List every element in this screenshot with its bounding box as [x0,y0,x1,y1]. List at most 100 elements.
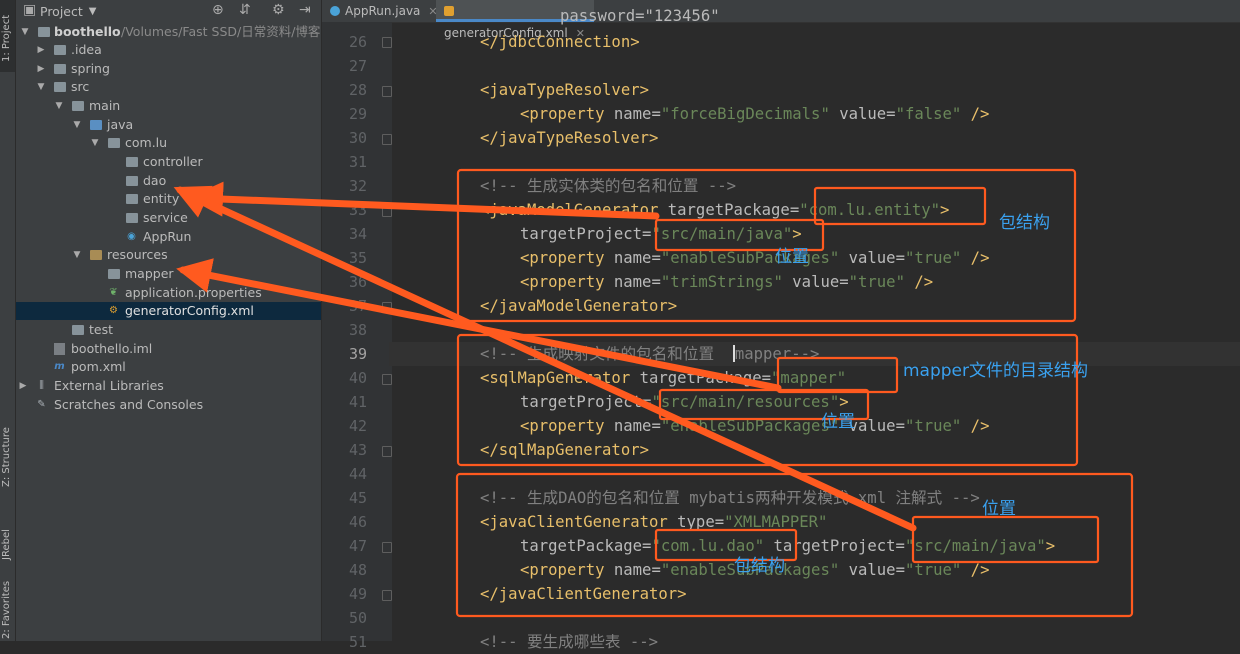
tree-item-test[interactable]: test [16,321,321,339]
chevron-down-icon[interactable]: ▼ [20,23,30,41]
chevron-down-icon[interactable]: ▼ [72,246,82,264]
annotation-label-mapper-directory: mapper文件的目录结构 [903,361,1089,381]
code-line: </sqlMapGenerator> [480,441,649,459]
editor-tabs: AppRun.java ✕ generatorConfig.xml ✕ [322,0,1240,40]
code-line: </jdbcConnection> [480,33,640,51]
project-panel-title[interactable]: Project [40,4,83,19]
fold-marker-icon[interactable] [382,590,392,601]
folder-icon [38,27,50,37]
code-line: <property name="enableSubPackages" value… [520,249,990,267]
tree-item-com-lu[interactable]: ▼ com.lu [16,134,321,152]
annotation-label-dao-position: 位置 [982,499,1016,519]
properties-file-icon: ❦ [109,287,118,298]
folder-icon [54,82,66,92]
folder-icon [108,269,120,279]
xml-file-icon: ⚙ [109,305,118,316]
favorites-tool-tab[interactable]: 2: Favorites [0,575,15,641]
tree-item-controller[interactable]: controller [16,153,321,171]
jrebel-tool-tab[interactable]: JRebel [0,505,15,563]
code-line: targetPackage="com.lu.dao" targetProject… [520,537,1056,555]
code-line: <javaTypeResolver> [480,81,649,99]
spring-class-icon [330,6,340,16]
annotation-label-entity-package: 包结构 [999,213,1050,233]
package-icon [108,138,120,148]
tree-item-main[interactable]: ▼ main [16,97,321,115]
package-icon [126,176,138,186]
resources-folder-icon [90,250,102,260]
tree-item-service[interactable]: service [16,209,321,227]
tree-item-boothello[interactable]: ▼ boothello /Volumes/Fast SSD/日常资料/博客 [16,23,321,41]
fold-marker-icon[interactable] [382,302,392,313]
code-line: <!-- 生成实体类的包名和位置 --> [480,177,737,195]
tree-item-src[interactable]: ▼ src [16,78,321,96]
package-icon [126,194,138,204]
chevron-down-icon[interactable]: ▼ [54,97,64,115]
code-line: <javaClientGenerator type="XMLMAPPER" [480,513,828,531]
tree-item-application-properties[interactable]: ❦ application.properties [16,284,321,302]
tree-item-generatorconfig-xml[interactable]: ⚙ generatorConfig.xml [16,302,321,320]
code-line: </javaTypeResolver> [480,129,659,147]
code-line: <property name="forceBigDecimals" value=… [520,105,990,123]
folder-icon [72,325,84,335]
chevron-right-icon[interactable]: ▶ [36,41,46,59]
locate-icon[interactable]: ⊕ [212,2,224,18]
chevron-right-icon[interactable]: ▶ [36,60,46,78]
project-panel: ▣ Project ▼ ⊕ ⇵ ⚙ ⇥ ▼ boothello /Volumes… [16,0,321,641]
package-icon [126,213,138,223]
fold-marker-icon[interactable] [382,134,392,145]
annotation-label-entity-position: 位置 [775,247,809,267]
tab-apprun-java[interactable]: AppRun.java ✕ [330,0,442,22]
tree-item-entity[interactable]: entity [16,190,321,208]
code-line: password="123456" [560,7,720,25]
code-line: targetProject="src/main/resources"> [520,393,849,411]
collapse-all-icon[interactable]: ⇵ [239,2,251,18]
chevron-right-icon[interactable]: ▶ [18,377,28,395]
spring-class-icon: ◉ [127,231,136,242]
project-view-icon: ▣ [23,2,37,18]
code-line: <!-- 要生成哪些表 --> [480,633,659,651]
tool-window-strip: 1: Project Z: Structure JRebel 2: Favori… [0,0,16,641]
fold-marker-icon[interactable] [382,374,392,385]
code-line: <!-- 生成DAO的包名和位置 mybatis两种开发模式 xml 注解式 -… [480,489,980,507]
source-folder-icon [90,120,102,130]
tree-item-java[interactable]: ▼ java [16,116,321,134]
fold-marker-icon[interactable] [382,542,392,553]
fold-marker-icon[interactable] [382,446,392,457]
package-icon [126,157,138,167]
project-tool-tab[interactable]: 1: Project [0,0,15,72]
code-editor[interactable]: password="123456" </jdbcConnection> <jav… [389,7,1240,651]
tree-item-apprun[interactable]: ◉ AppRun [16,228,321,246]
folder-icon [72,101,84,111]
tree-item-dao[interactable]: dao [16,172,321,190]
fold-marker-icon[interactable] [382,37,392,48]
chevron-down-icon[interactable]: ▼ [90,134,100,152]
fold-marker-icon[interactable] [382,86,392,97]
hide-panel-icon[interactable]: ⇥ [299,2,311,18]
tree-item-scratches[interactable]: ✎ Scratches and Consoles [16,396,321,414]
scratches-icon: ✎ [37,399,46,410]
code-line: </javaModelGenerator> [480,297,678,315]
tree-item-boothello-iml[interactable]: boothello.iml [16,340,321,358]
xml-file-icon [444,6,454,16]
structure-tool-tab[interactable]: Z: Structure [0,405,15,490]
chevron-down-icon[interactable]: ▼ [89,6,97,17]
tree-item-idea[interactable]: ▶ .idea [16,41,321,59]
code-line-current: <!-- 生成映射文件的包名和位置 mapper--> [389,342,1240,366]
maven-icon: m [54,361,65,372]
chevron-down-icon[interactable]: ▼ [72,116,82,134]
code-line: targetProject="src/main/java"> [520,225,802,243]
folder-icon [54,64,66,74]
tree-item-external-libraries[interactable]: ▶ ⫼ External Libraries [16,377,321,395]
chevron-down-icon[interactable]: ▼ [36,78,46,96]
tree-item-mapper[interactable]: mapper [16,265,321,283]
code-line: </javaClientGenerator> [480,585,687,603]
fold-marker-icon[interactable] [382,206,392,217]
tree-item-pom-xml[interactable]: m pom.xml [16,358,321,376]
module-file-icon [54,343,65,355]
gear-icon[interactable]: ⚙ [272,2,285,18]
tree-item-resources[interactable]: ▼ resources [16,246,321,264]
project-panel-header: ▣ Project ▼ ⊕ ⇵ ⚙ ⇥ [16,0,321,22]
code-line: <sqlMapGenerator targetPackage="mapper" [480,369,847,387]
tree-item-spring[interactable]: ▶ spring [16,60,321,78]
line-number-gutter: 26 27 28 29 30 31 32 33 34 35 36 37 38 3… [322,22,392,651]
